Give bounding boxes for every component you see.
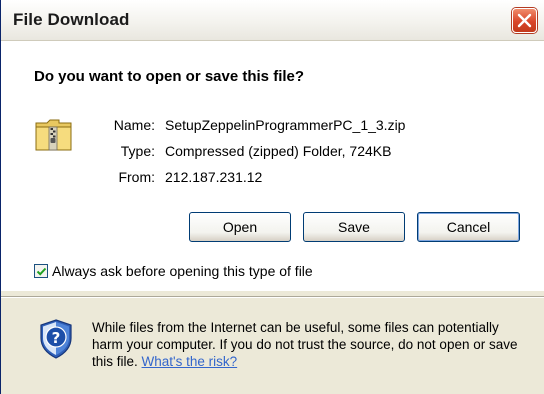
file-type-value: Compressed (zipped) Folder, 724KB (165, 143, 392, 159)
save-button[interactable]: Save (303, 212, 405, 242)
open-button[interactable]: Open (189, 212, 291, 242)
file-from-value: 212.187.231.12 (165, 169, 263, 185)
separator (1, 296, 544, 298)
file-type-label: Type: (120, 143, 155, 159)
cancel-button[interactable]: Cancel (417, 212, 520, 242)
close-x-icon (517, 13, 532, 28)
checkmark-icon (36, 267, 47, 276)
svg-text:?: ? (52, 329, 61, 347)
close-button[interactable] (512, 8, 537, 33)
always-ask-label[interactable]: Always ask before opening this type of f… (52, 263, 313, 279)
file-from-label: From: (118, 169, 155, 185)
title-bar[interactable]: File Download (1, 0, 544, 41)
file-download-dialog: File Download Do you want to open or sav… (0, 0, 544, 394)
always-ask-checkbox[interactable] (34, 264, 48, 278)
shield-question-icon: ? (38, 318, 74, 364)
warning-message: While files from the Internet can be use… (92, 319, 532, 370)
whats-the-risk-link[interactable]: What's the risk? (142, 354, 238, 369)
file-name-label: Name: (113, 117, 155, 133)
window-title: File Download (13, 10, 130, 29)
file-name-value: SetupZeppelinProgrammerPC_1_3.zip (165, 117, 406, 133)
zip-folder-icon (35, 117, 75, 157)
prompt-question: Do you want to open or save this file? (34, 68, 305, 85)
